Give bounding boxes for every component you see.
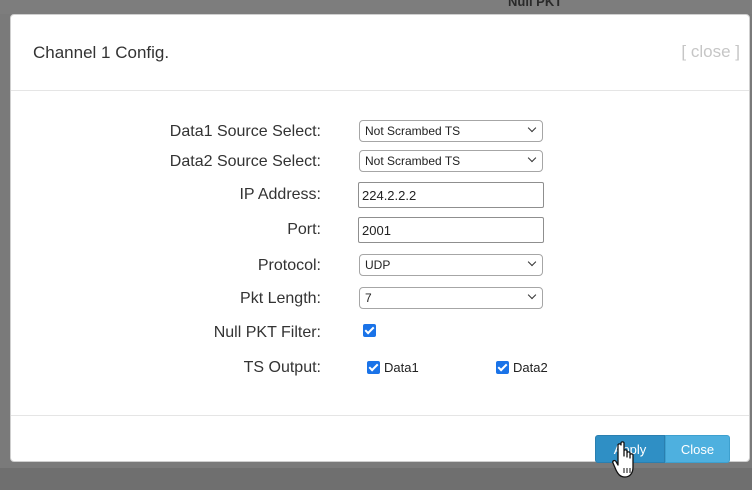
data1-source-value: Not Scrambed TS [365,124,461,138]
close-button[interactable]: Close [665,435,730,463]
chevron-down-icon [527,290,537,300]
ts-output-label: TS Output: [243,359,321,376]
chevron-down-icon [527,123,537,133]
chevron-down-icon [527,257,537,267]
ts-output-data1-label: Data1 [384,360,419,375]
dialog-header: Channel 1 Config. [ close ] [11,15,749,91]
ip-address-input[interactable]: 224.2.2.2 [358,182,544,208]
port-row: Port: 2001 [11,217,751,243]
background-page: Null PKT [0,0,752,14]
ip-address-label: IP Address: [239,186,321,203]
data1-source-row: Data1 Source Select: Not Scrambed TS [11,120,751,144]
port-input[interactable]: 2001 [358,217,544,243]
dialog-title: Channel 1 Config. [33,43,170,62]
chevron-down-icon [527,153,537,163]
data1-source-select[interactable]: Not Scrambed TS [359,120,543,142]
ts-output-row: TS Output: Data1 Data2 [11,356,751,380]
pkt-length-select[interactable]: 7 [359,287,543,309]
channel-config-dialog: Channel 1 Config. [ close ] Data1 Source… [10,14,750,463]
null-pkt-filter-checkbox[interactable] [363,324,376,337]
null-pkt-filter-row: Null PKT Filter: [11,321,751,345]
dialog-body: Data1 Source Select: Not Scrambed TS Dat… [11,91,749,416]
port-label: Port: [287,221,321,238]
data1-source-label: Data1 Source Select: [169,123,321,140]
protocol-label: Protocol: [257,257,321,274]
data2-source-value: Not Scrambed TS [365,154,461,168]
pkt-length-row: Pkt Length: 7 [11,287,751,311]
ts-output-data2-label: Data2 [513,360,548,375]
pkt-length-label: Pkt Length: [240,290,321,307]
data2-source-row: Data2 Source Select: Not Scrambed TS [11,150,751,174]
ts-output-data2-checkbox[interactable] [496,361,509,374]
null-pkt-filter-label: Null PKT Filter: [213,324,321,341]
pkt-length-value: 7 [365,291,372,305]
protocol-select[interactable]: UDP [359,254,543,276]
hand-pointer-icon [612,441,634,478]
data2-source-select[interactable]: Not Scrambed TS [359,150,543,172]
protocol-row: Protocol: UDP [11,254,751,278]
close-link[interactable]: [ close ] [681,42,740,62]
data2-source-label: Data2 Source Select: [169,153,321,170]
ts-output-data1-checkbox[interactable] [367,361,380,374]
ip-address-row: IP Address: 224.2.2.2 [11,182,751,208]
protocol-value: UDP [365,258,391,272]
background-column-header: Null PKT [508,0,563,9]
